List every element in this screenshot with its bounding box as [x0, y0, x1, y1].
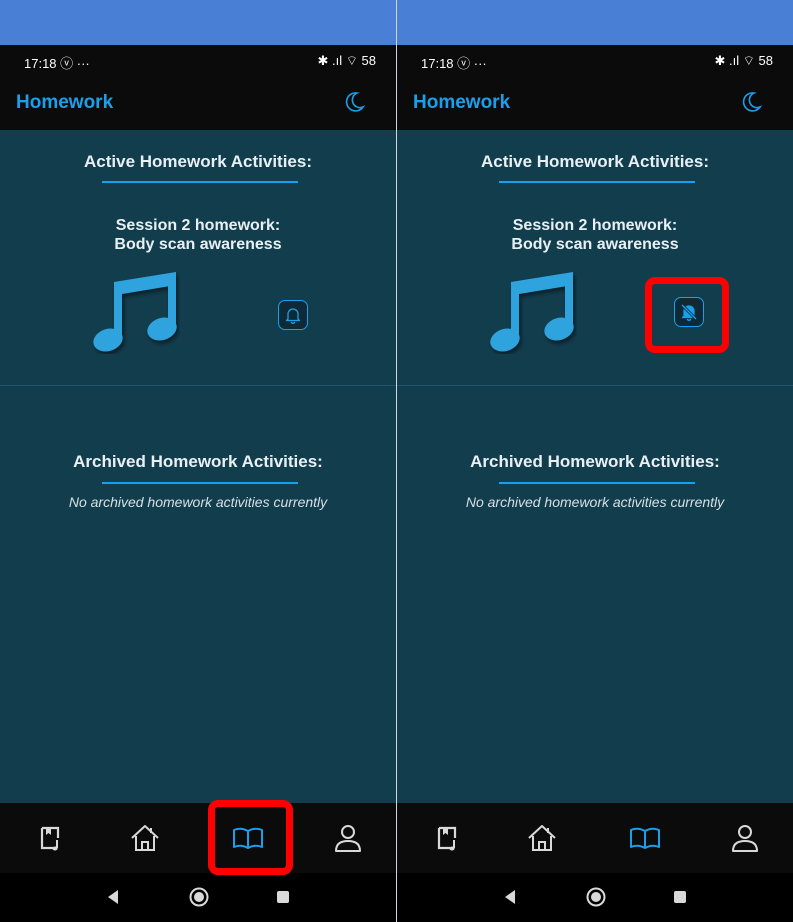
person-icon[interactable] [330, 820, 366, 856]
status-icons: ✱ .ıl ⌔ 58 [317, 53, 376, 68]
recents-icon[interactable] [275, 889, 291, 905]
book-icon[interactable] [627, 820, 663, 856]
music-note-icon[interactable] [90, 268, 180, 354]
music-book-icon[interactable] [429, 820, 465, 856]
archived-empty-text: No archived homework activities currentl… [68, 494, 328, 510]
phone-screen-right: 17:18 ⓥ ··· ✱ .ıl ⌔ 58 Homework Active H… [397, 0, 793, 922]
session-label: Session 2 homework: Body scan awareness [0, 216, 396, 254]
system-navigation-bar [397, 873, 793, 922]
active-section-title: Active Homework Activities: [481, 152, 709, 171]
bell-icon [285, 308, 301, 324]
moon-icon[interactable] [342, 90, 366, 114]
system-navigation-bar [0, 873, 396, 922]
session-label-line2: Body scan awareness [511, 236, 679, 253]
status-icons: ✱ .ıl ⌔ 58 [714, 53, 773, 68]
page-title: Homework [413, 92, 511, 113]
back-icon[interactable] [106, 889, 120, 905]
content-area: Active Homework Activities: Session 2 ho… [0, 130, 396, 803]
status-time: 17:18 ⓥ ··· [24, 56, 90, 71]
archived-title-underline [499, 482, 695, 484]
page-title: Homework [16, 92, 114, 113]
phone-screen-left: 17:18 ⓥ ··· ✱ .ıl ⌔ 58 Homework Active H… [0, 0, 396, 922]
home-icon[interactable] [127, 820, 163, 856]
recents-icon[interactable] [672, 889, 688, 905]
status-bar: 17:18 ⓥ ··· ✱ .ıl ⌔ 58 [397, 45, 793, 75]
content-area: Active Homework Activities: Session 2 ho… [397, 130, 793, 803]
highlight-box [208, 800, 293, 875]
active-title-underline [102, 181, 298, 183]
top-band [0, 0, 396, 45]
person-icon[interactable] [727, 820, 763, 856]
active-section-title: Active Homework Activities: [84, 152, 312, 171]
section-divider [397, 385, 793, 386]
session-label: Session 2 homework: Body scan awareness [397, 216, 793, 254]
music-note-icon[interactable] [487, 268, 577, 354]
comparison-screenshot: 17:18 ⓥ ··· ✱ .ıl ⌔ 58 Homework Active H… [0, 0, 793, 922]
moon-icon[interactable] [739, 90, 763, 114]
home-circle-icon[interactable] [586, 887, 606, 907]
top-band [397, 0, 793, 45]
active-title-underline [499, 181, 695, 183]
back-icon[interactable] [503, 889, 517, 905]
home-circle-icon[interactable] [189, 887, 209, 907]
app-bar: Homework [397, 75, 793, 130]
archived-section-title: Archived Homework Activities: [73, 452, 323, 471]
highlight-box [645, 277, 729, 353]
archived-section-title: Archived Homework Activities: [470, 452, 720, 471]
app-bar: Homework [0, 75, 396, 130]
session-label-line1: Session 2 homework: [115, 217, 281, 234]
session-label-line2: Body scan awareness [114, 236, 282, 253]
bottom-navigation [397, 803, 793, 873]
archived-title-underline [102, 482, 298, 484]
bottom-navigation [0, 803, 396, 873]
home-icon[interactable] [524, 820, 560, 856]
session-label-line1: Session 2 homework: [512, 217, 678, 234]
music-book-icon[interactable] [32, 820, 68, 856]
status-time: 17:18 ⓥ ··· [421, 56, 487, 71]
status-bar: 17:18 ⓥ ··· ✱ .ıl ⌔ 58 [0, 45, 396, 75]
section-divider [0, 385, 396, 386]
archived-empty-text: No archived homework activities currentl… [465, 494, 725, 510]
bell-button[interactable] [278, 300, 308, 330]
